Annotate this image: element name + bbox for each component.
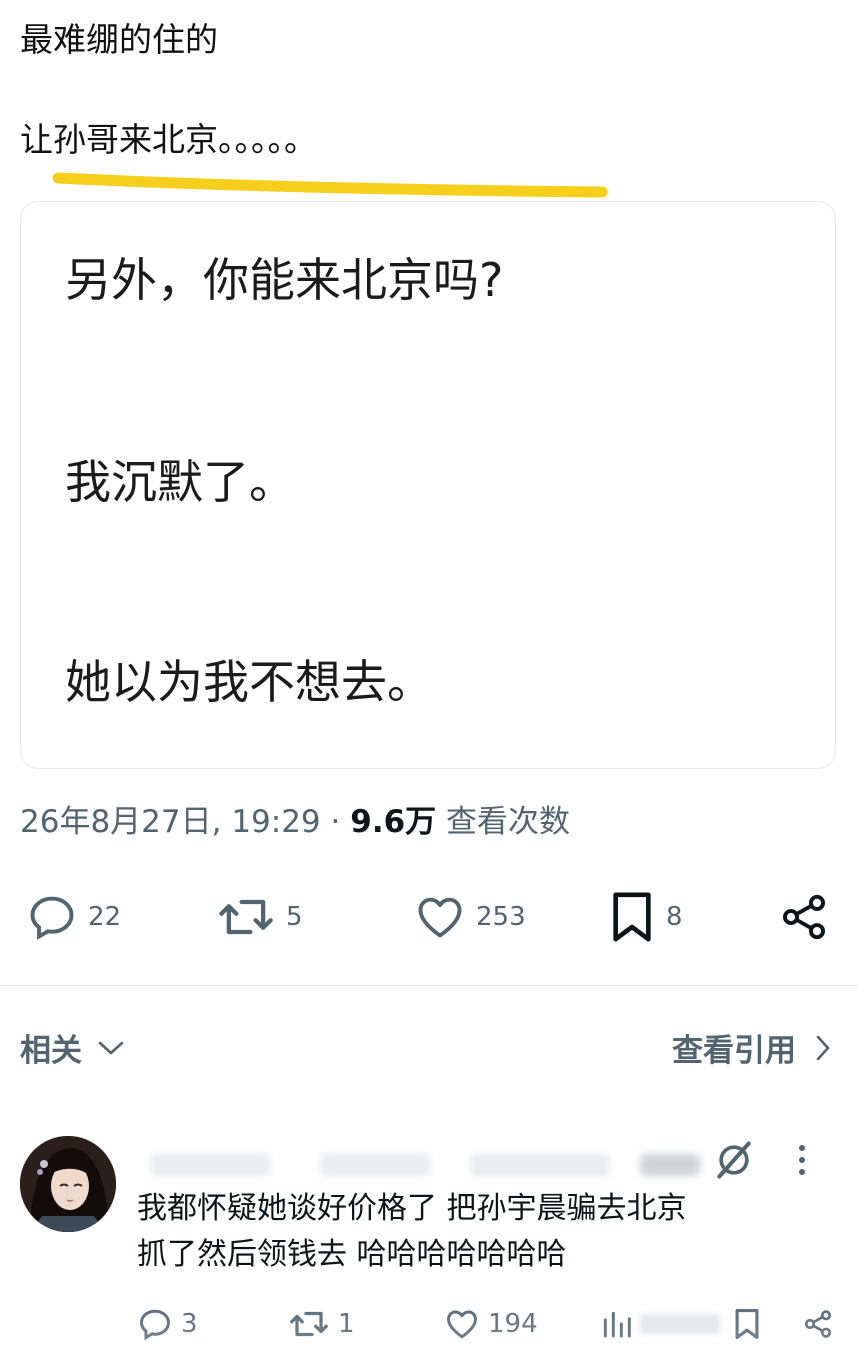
heart-icon (447, 1310, 477, 1339)
reply-share-button[interactable] (802, 1300, 834, 1348)
repost-arrows-icon (290, 1311, 328, 1337)
view-count-label: 查看次数 (446, 804, 571, 840)
post-meta: 26年8月27日, 19:29 · 9.6万 查看次数 (20, 800, 570, 844)
bookmark-button[interactable]: 8 (608, 885, 683, 949)
share-button[interactable] (778, 885, 830, 949)
reply-like-button[interactable]: 194 (444, 1300, 538, 1348)
section-divider (0, 985, 858, 986)
quoted-image-card[interactable]: 另外，你能来北京吗? 我沉默了。 她以为我不想去。 (20, 201, 836, 769)
meta-separator: · (330, 804, 341, 840)
reply-count: 22 (88, 902, 122, 932)
reply-repost-count: 1 (338, 1309, 355, 1339)
speech-bubble-icon (30, 896, 74, 940)
speech-bubble-icon (139, 1309, 171, 1341)
chevron-right-icon (816, 1035, 830, 1060)
reply-reply-button[interactable]: 3 (137, 1300, 198, 1348)
post-text-line-1: 最难绷的住的 (20, 20, 218, 59)
view-quotes-link[interactable]: 查看引用 (672, 1025, 832, 1070)
avatar[interactable] (20, 1136, 116, 1232)
reply-text: 我都怀疑她谈好价格了 把孙宇晨骗去北京 抓了然后领钱去 哈哈哈哈哈哈哈 (137, 1186, 827, 1278)
reply-button[interactable]: 22 (26, 885, 121, 949)
bookmark-count: 8 (666, 902, 683, 932)
reply-action-bar: 3 1 194 (0, 1300, 858, 1348)
repost-button[interactable]: 5 (216, 885, 303, 949)
reply-bookmark-button[interactable] (732, 1300, 762, 1348)
view-quotes-label: 查看引用 (672, 1033, 796, 1069)
related-label: 相关 (20, 1033, 82, 1069)
related-dropdown[interactable]: 相关 (20, 1025, 126, 1070)
yellow-underline-highlight (52, 172, 608, 198)
views-chart-icon (603, 1311, 631, 1338)
quote-line-2: 我沉默了。 (65, 455, 295, 509)
reply-like-count: 194 (488, 1309, 538, 1339)
bookmark-icon (613, 892, 651, 942)
reply-header-icons (712, 1138, 808, 1182)
post-action-bar: 22 5 253 8 (0, 885, 858, 949)
bookmark-icon (735, 1308, 759, 1340)
heart-icon (418, 897, 462, 938)
reply-author-blurred[interactable] (150, 1150, 710, 1180)
anime-avatar-image (20, 1136, 116, 1232)
reply-text-line-1: 我都怀疑她谈好价格了 把孙宇晨骗去北京 (137, 1191, 687, 1226)
like-button[interactable]: 253 (414, 885, 526, 949)
quote-line-1: 另外，你能来北京吗? (65, 253, 504, 307)
timestamp[interactable]: 26年8月27日, 19:29 (20, 804, 321, 840)
grok-icon[interactable] (712, 1138, 756, 1182)
share-icon (782, 894, 826, 940)
reply-reply-count: 3 (181, 1309, 198, 1339)
quote-line-3: 她以为我不想去。 (65, 655, 433, 709)
reply-item[interactable]: 我都怀疑她谈好价格了 把孙宇晨骗去北京 抓了然后领钱去 哈哈哈哈哈哈哈 3 1 … (0, 1130, 858, 1358)
view-count: 9.6万 (350, 804, 437, 840)
more-options-icon[interactable] (796, 1142, 808, 1178)
reply-views-button[interactable] (600, 1300, 720, 1348)
chevron-down-icon (98, 1041, 124, 1054)
post-text-line-2: 让孙哥来北京。。。。。 (20, 120, 317, 159)
like-count: 253 (476, 902, 526, 932)
share-icon (804, 1310, 832, 1338)
reply-views-blurred (640, 1314, 720, 1334)
repost-arrows-icon (219, 899, 273, 935)
reply-text-line-2: 抓了然后领钱去 哈哈哈哈哈哈哈 (137, 1237, 567, 1272)
repost-count: 5 (286, 902, 303, 932)
reply-repost-button[interactable]: 1 (288, 1300, 355, 1348)
